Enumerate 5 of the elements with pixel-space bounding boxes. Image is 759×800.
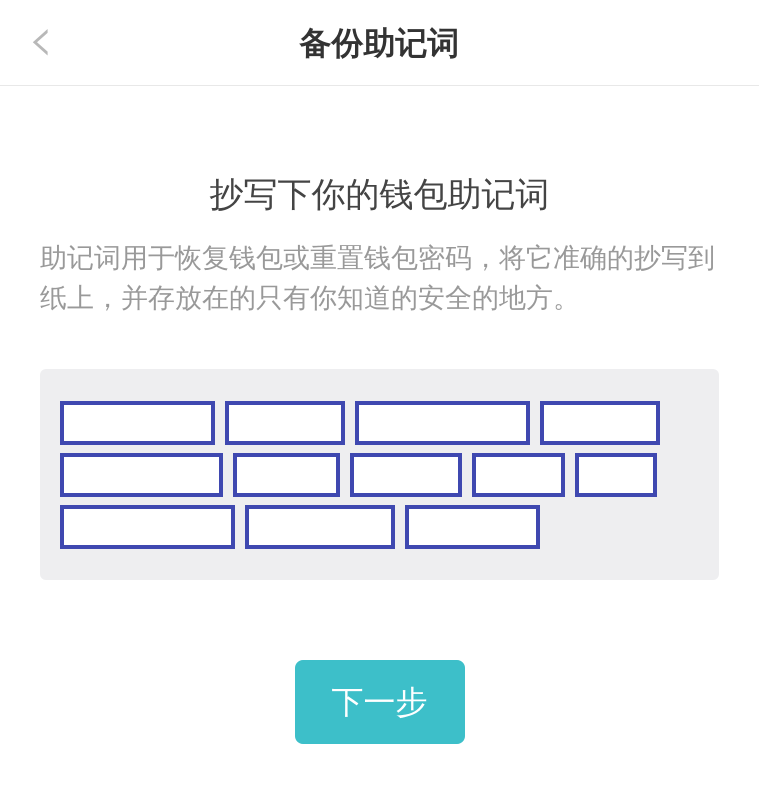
back-icon[interactable]: ‹ [28,12,54,68]
section-heading: 抄写下你的钱包助记词 [208,174,550,217]
next-button[interactable]: 下一步 [294,660,464,744]
description: 助记词用于恢复钱包或重置钱包密码，将它准确的抄写到纸上，并存放在的只有你知道的安全的地方。 [39,242,716,316]
page-title: 备份助记词 [300,22,460,64]
